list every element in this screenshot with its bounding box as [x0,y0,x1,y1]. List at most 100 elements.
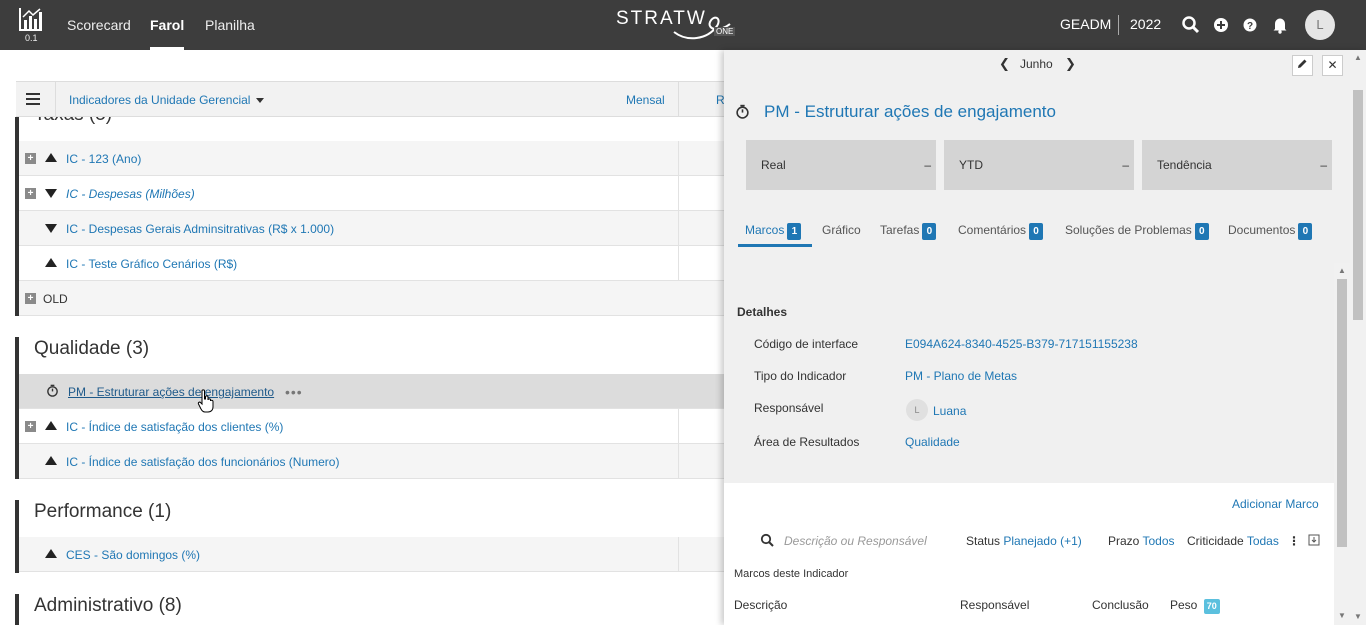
section-title-performance: Performance (1) [34,501,172,522]
panel-tabs: Marcos 1 Gráfico Tarefas 0 Comentários 0 So… [724,220,1350,250]
close-button[interactable]: ✕ [1322,55,1343,76]
edit-button[interactable] [1292,55,1313,76]
interface-code-value[interactable]: E094A624-8340-4525-B379-717151155238 [905,337,1138,351]
kpi-ytd: YTD – [944,140,1134,190]
trend-up-icon [45,153,57,162]
filter-label: Criticidade [1187,534,1244,548]
column-header-conclusao[interactable]: Conclusão [1092,598,1149,612]
tab-label: Comentários [958,223,1027,237]
tab-solucoes[interactable]: Soluções de Problemas 0 [1065,223,1209,240]
scrollbar-thumb[interactable] [1337,279,1347,547]
group-label[interactable]: OLD [43,292,68,306]
indicator-link[interactable]: IC - Despesas (Milhões) [66,187,195,201]
panel-scrollbar[interactable]: ▲ ▼ [1334,263,1350,625]
tab-label: Marcos [745,223,785,237]
kpi-value: – [1320,158,1327,172]
tab-documentos[interactable]: Documentos 0 [1228,223,1313,240]
status-filter[interactable]: Status Planejado (+1) [966,534,1082,548]
search-icon[interactable] [760,533,774,547]
column-header-peso[interactable]: Peso 70 [1170,598,1220,614]
indicator-type-value[interactable]: PM - Plano de Metas [905,369,1017,383]
kpi-real: Real – [746,140,936,190]
indicator-link[interactable]: IC - Teste Gráfico Cenários (R$) [66,257,237,271]
expand-icon[interactable]: + [25,293,36,304]
pencil-icon [1298,59,1307,68]
filter-value: Todas [1246,534,1279,548]
expand-icon[interactable]: + [25,153,36,164]
user-avatar[interactable]: L [1305,10,1335,40]
section-bar-administrativo [15,594,19,625]
scroll-down-icon[interactable]: ▼ [1354,612,1362,621]
table-row[interactable]: + OLD [19,281,724,316]
kpi-label: Real [761,158,786,172]
nav-farol[interactable]: Farol [150,0,185,50]
chevron-left-icon[interactable]: ❮ [999,56,1010,72]
indicator-link[interactable]: IC - Índice de satisfação dos clientes (… [66,420,283,434]
tab-label: Documentos [1228,223,1296,237]
indicators-dropdown-label: Indicadores da Unidade Gerencial [69,93,251,107]
table-row[interactable]: IC - Despesas Gerais Adminsitrativas (R$… [19,211,724,246]
org-selector[interactable]: GEADM [1060,16,1111,32]
indicator-link[interactable]: PM - Estruturar ações de engajamento [68,385,274,399]
tab-tarefas[interactable]: Tarefas 0 [880,223,937,240]
indicators-dropdown[interactable]: Indicadores da Unidade Gerencial [69,93,265,107]
table-row[interactable]: PM - Estruturar ações de engajamento ••• [19,374,724,409]
period-selector[interactable]: Mensal [626,93,665,107]
table-row[interactable]: + IC - Despesas (Milhões) [19,176,724,211]
kpi-value: – [924,158,931,172]
bell-icon[interactable] [1270,15,1290,35]
criticality-filter[interactable]: Criticidade Todas [1187,534,1279,548]
trend-up-icon [45,258,57,267]
tab-label: Gráfico [822,223,861,237]
tab-marcos[interactable]: Marcos 1 [745,223,802,240]
responsible-value[interactable]: Luana [933,404,966,418]
expand-icon[interactable]: + [25,188,36,199]
results-area-value[interactable]: Qualidade [905,435,960,449]
page-scrollbar[interactable]: ▲ ▼ [1350,50,1366,625]
indicator-link[interactable]: IC - 123 (Ano) [66,152,141,166]
more-vertical-icon[interactable]: ⋮ [1288,534,1300,548]
tab-comentarios[interactable]: Comentários 0 [958,223,1044,240]
expand-icon[interactable]: + [25,421,36,432]
count-badge: 0 [1298,223,1313,240]
table-row[interactable]: IC - Índice de satisfação dos funcionári… [19,444,724,479]
add-icon[interactable] [1211,15,1231,35]
column-header-descricao[interactable]: Descrição [734,598,787,612]
app-logo-icon[interactable]: 0.1 [18,6,46,44]
search-input[interactable]: Descrição ou Responsável [784,534,927,548]
divider [678,82,679,116]
export-icon[interactable] [1308,534,1320,546]
scrollbar-thumb[interactable] [1353,90,1363,320]
kpi-label: Tendência [1157,158,1212,172]
nav-scorecard[interactable]: Scorecard [67,0,131,50]
scroll-up-icon[interactable]: ▲ [1354,53,1362,62]
indicator-detail-panel: ❮ Junho ❯ ✕ PM - Estruturar ações de eng… [724,50,1366,625]
more-options-icon[interactable]: ••• [285,384,303,400]
indicator-link[interactable]: IC - Despesas Gerais Adminsitrativas (R$… [66,222,334,236]
panel-header: ❮ Junho ❯ ✕ [724,50,1366,78]
trend-down-icon [45,189,57,198]
count-badge: 0 [1194,223,1209,240]
add-milestone-link[interactable]: Adicionar Marco [1232,497,1319,511]
scroll-down-icon[interactable]: ▼ [1338,611,1346,620]
table-row[interactable]: CES - São domingos (%) [19,537,724,572]
indicator-link[interactable]: CES - São domingos (%) [66,548,200,562]
tab-grafico[interactable]: Gráfico [822,223,861,237]
nav-planilha[interactable]: Planilha [205,0,255,50]
milestone-filters: Descrição ou Responsável Status Planejad… [724,524,1334,554]
table-row[interactable]: + IC - Índice de satisfação dos clientes… [19,409,724,444]
menu-icon[interactable] [16,82,56,116]
field-label: Área de Resultados [754,435,860,449]
chevron-right-icon[interactable]: ❯ [1065,56,1076,72]
stopwatch-icon [47,384,58,397]
year-selector[interactable]: 2022 [1130,16,1161,32]
search-icon[interactable] [1181,15,1201,35]
scroll-up-icon[interactable]: ▲ [1338,266,1346,275]
table-row[interactable]: + IC - 123 (Ano) [19,141,724,176]
table-row[interactable]: IC - Teste Gráfico Cenários (R$) [19,246,724,281]
deadline-filter[interactable]: Prazo Todos [1108,534,1175,548]
column-header-responsavel[interactable]: Responsável [960,598,1029,612]
indicator-link[interactable]: IC - Índice de satisfação dos funcionári… [66,455,339,469]
count-badge: 1 [787,223,802,240]
help-icon[interactable]: ? [1240,15,1260,35]
